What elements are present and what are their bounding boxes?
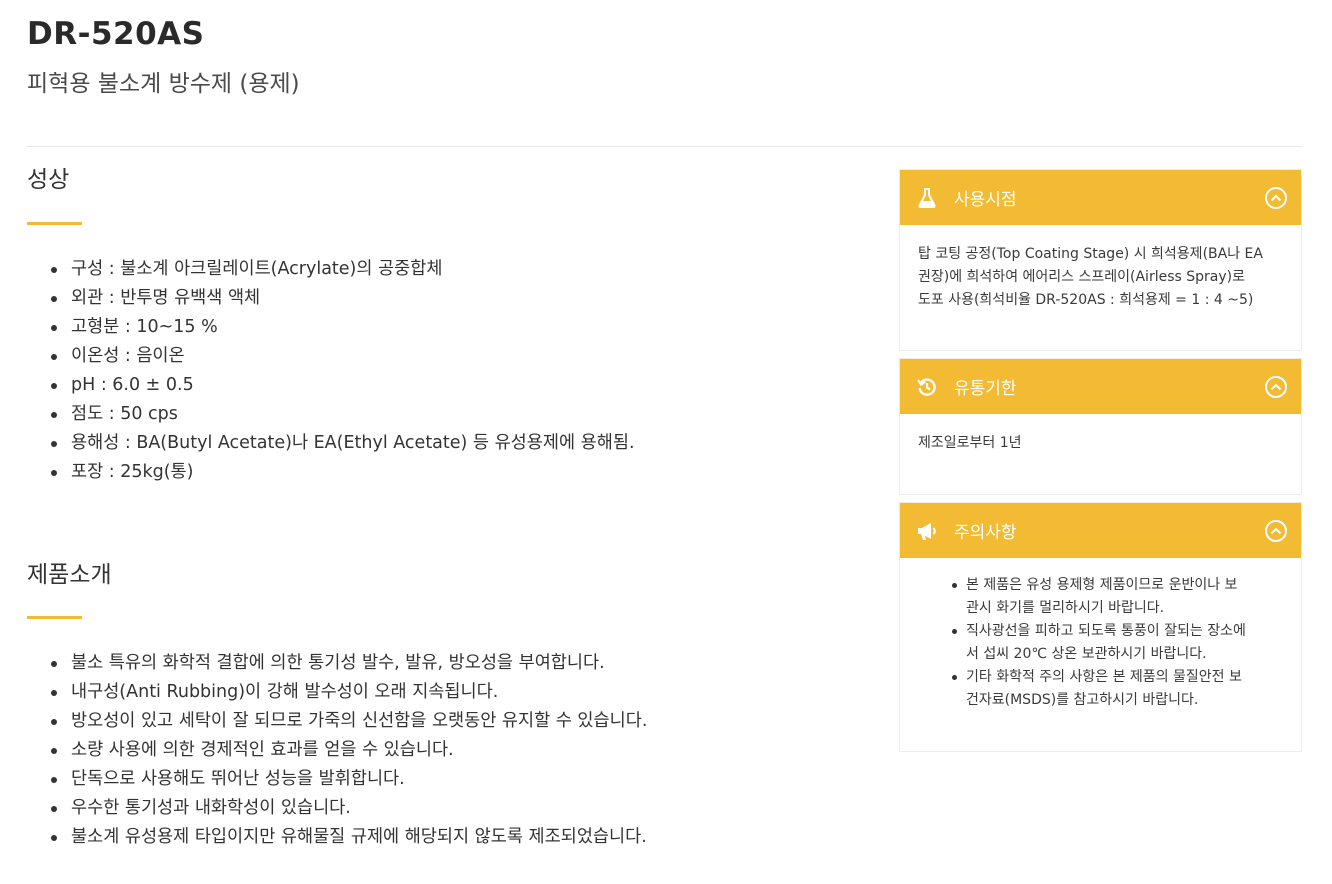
list-item: 구성 : 불소계 아크릴레이트(Acrylate)의 공중합체: [27, 255, 867, 284]
list-item: 본 제품은 유성 용제형 제품이므로 운반이나 보 관시 화기를 멀리하시기 바…: [952, 574, 1283, 620]
list-item: 고형분 : 10~15 %: [27, 313, 867, 342]
product-subtitle: 피혁용 불소계 방수제 (용제): [27, 71, 300, 97]
list-item: 방오성이 있고 세탁이 잘 되므로 가죽의 신선함을 오랫동안 유지할 수 있습…: [27, 707, 867, 736]
caution-line: 직사광선을 피하고 되도록 통풍이 잘되는 장소에: [966, 623, 1246, 639]
chevron-up-icon[interactable]: [1265, 519, 1287, 542]
flask-icon: [916, 187, 938, 209]
chevron-up-icon[interactable]: [1265, 375, 1287, 398]
list-item: pH : 6.0 ± 0.5: [27, 371, 867, 400]
list-item: 우수한 통기성과 내화학성이 있습니다.: [27, 794, 867, 823]
shelf-life-panel-title: 유통기한: [954, 379, 1017, 399]
chevron-up-icon[interactable]: [1265, 186, 1287, 209]
list-item: 불소계 유성용제 타입이지만 유해물질 규제에 해당되지 않도록 제조되었습니다…: [27, 823, 867, 852]
usage-panel-header[interactable]: 사용시점: [900, 170, 1301, 225]
list-item: 용해성 : BA(Butyl Acetate)나 EA(Ethyl Acetat…: [27, 429, 867, 458]
caution-line: 서 섭씨 20℃ 상온 보관하시기 바랍니다.: [966, 646, 1207, 662]
list-item: 단독으로 사용해도 뛰어난 성능을 발휘합니다.: [27, 765, 867, 794]
usage-line: 탑 코팅 공정(Top Coating Stage) 시 희석용제(BA나 EA: [918, 246, 1263, 262]
shelf-life-panel-header[interactable]: 유통기한: [900, 359, 1301, 414]
caution-list: 본 제품은 유성 용제형 제품이므로 운반이나 보 관시 화기를 멀리하시기 바…: [918, 574, 1283, 712]
caution-line: 관시 화기를 멀리하시기 바랍니다.: [966, 600, 1165, 616]
list-item: 외관 : 반투명 유백색 액체: [27, 284, 867, 313]
intro-list: 불소 특유의 화학적 결합에 의한 통기성 발수, 발유, 방오성을 부여합니다…: [27, 649, 867, 852]
title-accent-line: [27, 222, 82, 225]
shelf-life-panel: 유통기한 제조일로부터 1년: [899, 358, 1302, 495]
title-accent-line: [27, 616, 82, 619]
properties-section: 성상 구성 : 불소계 아크릴레이트(Acrylate)의 공중합체 외관 : …: [27, 160, 867, 487]
list-item: 직사광선을 피하고 되도록 통풍이 잘되는 장소에 서 섭씨 20℃ 상온 보관…: [952, 620, 1283, 666]
caution-line: 건자료(MSDS)를 참고하시기 바랍니다.: [966, 692, 1199, 708]
shelf-life-panel-body: 제조일로부터 1년: [900, 414, 1301, 494]
caution-panel: 주의사항 본 제품은 유성 용제형 제품이므로 운반이나 보 관시 화기를 멀리…: [899, 502, 1302, 752]
list-item: 포장 : 25kg(통): [27, 458, 867, 487]
usage-panel: 사용시점 탑 코팅 공정(Top Coating Stage) 시 희석용제(B…: [899, 169, 1302, 351]
caution-panel-header[interactable]: 주의사항: [900, 503, 1301, 558]
properties-list: 구성 : 불소계 아크릴레이트(Acrylate)의 공중합체 외관 : 반투명…: [27, 255, 867, 487]
list-item: 이온성 : 음이온: [27, 342, 867, 371]
list-item: 내구성(Anti Rubbing)이 강해 발수성이 오래 지속됩니다.: [27, 678, 867, 707]
info-sidebar: 사용시점 탑 코팅 공정(Top Coating Stage) 시 희석용제(B…: [899, 169, 1302, 759]
usage-line: 권장)에 희석하여 에어리스 스프레이(Airless Spray)로: [918, 269, 1245, 285]
usage-line: 도포 사용(희석비율 DR-520AS : 희석용제 = 1 : 4 ~5): [918, 292, 1254, 308]
caution-line: 본 제품은 유성 용제형 제품이므로 운반이나 보: [966, 577, 1238, 593]
shelf-life-text: 제조일로부터 1년: [918, 435, 1022, 451]
caution-line: 기타 화학적 주의 사항은 본 제품의 물질안전 보: [966, 669, 1242, 685]
product-code: DR-520AS: [27, 16, 205, 52]
list-item: 불소 특유의 화학적 결합에 의한 통기성 발수, 발유, 방오성을 부여합니다…: [27, 649, 867, 678]
megaphone-icon: [916, 520, 938, 542]
list-item: 점도 : 50 cps: [27, 400, 867, 429]
list-item: 기타 화학적 주의 사항은 본 제품의 물질안전 보 건자료(MSDS)를 참고…: [952, 666, 1283, 712]
intro-section: 제품소개 불소 특유의 화학적 결합에 의한 통기성 발수, 발유, 방오성을 …: [27, 555, 867, 852]
caution-panel-title: 주의사항: [954, 523, 1017, 543]
properties-title: 성상: [27, 167, 70, 193]
page-header: DR-520AS 피혁용 불소계 방수제 (용제): [27, 14, 1302, 100]
usage-panel-title: 사용시점: [954, 190, 1017, 210]
header-divider: [27, 146, 1302, 147]
history-icon: [916, 376, 938, 398]
intro-title: 제품소개: [27, 562, 112, 588]
list-item: 소량 사용에 의한 경제적인 효과를 얻을 수 있습니다.: [27, 736, 867, 765]
caution-panel-body: 본 제품은 유성 용제형 제품이므로 운반이나 보 관시 화기를 멀리하시기 바…: [900, 558, 1301, 751]
usage-panel-body: 탑 코팅 공정(Top Coating Stage) 시 희석용제(BA나 EA…: [900, 225, 1301, 350]
